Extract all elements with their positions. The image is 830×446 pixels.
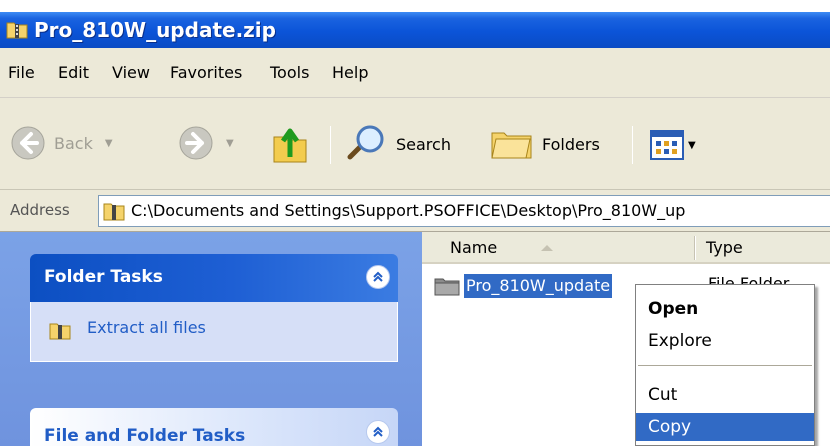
folder-tasks-panel: Folder Tasks Extract all files [30,254,398,362]
context-cut[interactable]: Cut [636,381,814,409]
file-folder-tasks-panel: File and Folder Tasks [30,408,398,446]
folder-tasks-header[interactable]: Folder Tasks [30,254,398,302]
folders-icon [491,132,532,159]
sort-ascending-icon [541,245,553,251]
forward-dropdown-icon[interactable]: ▼ [226,138,234,149]
column-name-header[interactable]: Name [450,238,497,257]
context-separator [638,365,812,366]
magnifier-icon [347,125,384,160]
address-field[interactable]: C:\Documents and Settings\Support.PSOFFI… [98,195,830,227]
zip-folder-icon [6,22,28,39]
folder-tasks-title: Folder Tasks [44,267,163,287]
file-name: Pro_810W_update [464,274,613,298]
folder-tasks-body: Extract all files [30,302,398,362]
toolbar: Back ▼ ▼ Search Folders ▼ [0,98,830,190]
up-folder-button[interactable] [270,121,310,165]
context-open[interactable]: Open [636,295,814,323]
column-divider[interactable] [694,236,696,260]
address-bar: Address C:\Documents and Settings\Suppor… [0,190,830,232]
folders-button[interactable]: Folders [490,127,600,161]
zip-folder-icon [49,323,71,340]
window-title: Pro_810W_update.zip [34,18,276,42]
toolbar-separator [330,126,331,164]
forward-button[interactable]: ▼ [178,125,234,161]
context-explore[interactable]: Explore [636,327,814,355]
toolbar-separator [632,126,633,164]
up-folder-icon [273,128,307,163]
views-icon [650,130,684,160]
menu-favorites[interactable]: Favorites [170,63,242,82]
menu-file[interactable]: File [8,63,35,82]
menu-view[interactable]: View [112,63,150,82]
context-menu: Open Explore Cut Copy [635,284,815,446]
file-folder-tasks-title: File and Folder Tasks [44,426,246,446]
menu-help[interactable]: Help [332,63,368,82]
title-bar[interactable]: Pro_810W_update.zip [0,12,830,48]
address-label: Address [10,201,70,219]
column-type-header[interactable]: Type [706,238,743,257]
search-button[interactable]: Search [344,125,451,163]
menu-bar: File Edit View Favorites Tools Help [0,48,830,98]
extract-all-files-link[interactable]: Extract all files [87,318,206,337]
address-value: C:\Documents and Settings\Support.PSOFFI… [131,201,686,220]
views-button[interactable]: ▼ [650,130,696,160]
collapse-chevron-icon[interactable] [366,265,390,289]
back-dropdown-icon[interactable]: ▼ [105,138,113,149]
back-button[interactable]: Back ▼ [10,125,113,161]
column-header: Name Type [422,232,830,264]
folders-label: Folders [542,134,600,154]
context-copy[interactable]: Copy [636,413,814,441]
forward-arrow-icon [179,126,213,160]
back-arrow-icon [11,126,45,160]
zip-folder-icon [103,203,125,221]
task-pane: Folder Tasks Extract all files File and … [0,232,422,446]
views-dropdown-icon[interactable]: ▼ [688,140,696,151]
menu-edit[interactable]: Edit [58,63,89,82]
menu-tools[interactable]: Tools [270,63,309,82]
file-folder-tasks-header[interactable]: File and Folder Tasks [30,408,398,446]
back-label: Back [54,133,93,153]
search-label: Search [396,134,451,154]
folder-icon [434,278,460,296]
collapse-chevron-icon[interactable] [366,420,390,444]
